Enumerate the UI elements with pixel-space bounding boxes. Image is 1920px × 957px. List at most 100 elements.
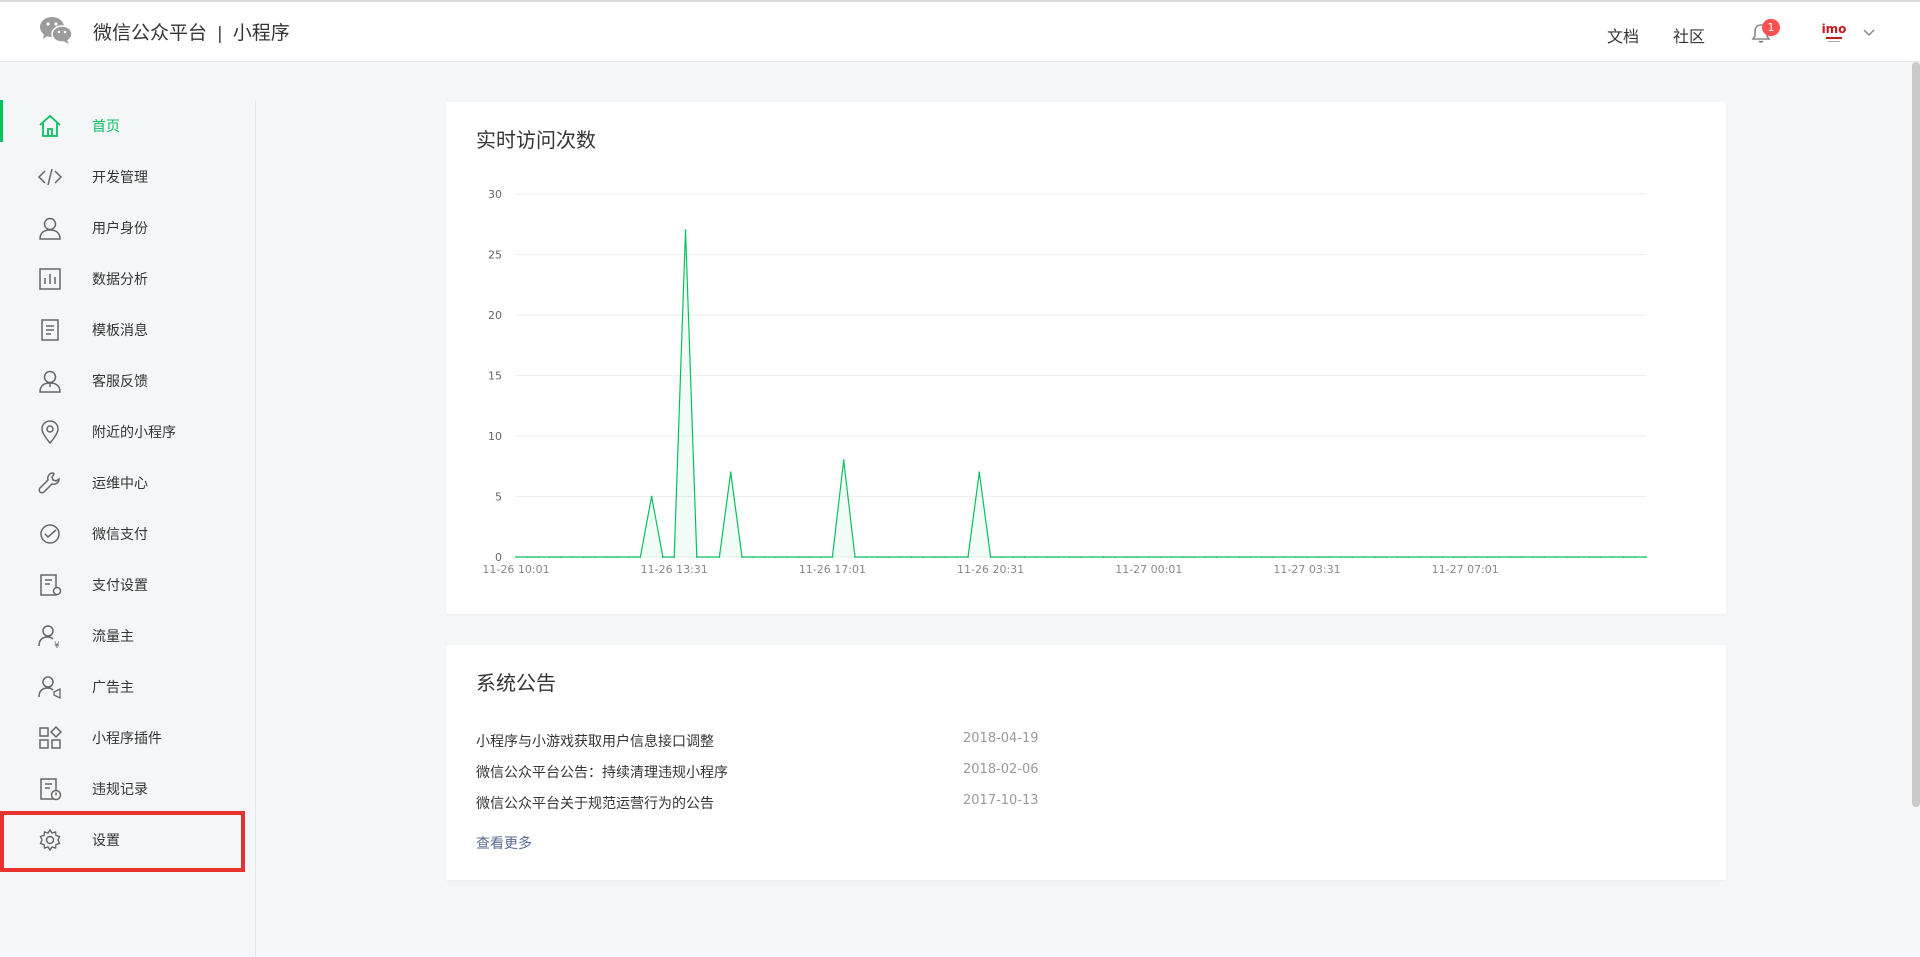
wechat-logo-icon[interactable] xyxy=(38,14,74,46)
data-point xyxy=(1566,556,1568,558)
sidebar-item-plugins[interactable]: 小程序插件 xyxy=(0,712,256,763)
sidebar-item-customer-feedback[interactable]: 客服反馈 xyxy=(0,355,256,406)
data-point xyxy=(1543,556,1546,558)
x-tick-label: 11-26 10:01 xyxy=(482,563,549,576)
data-point xyxy=(616,556,619,558)
brand-separator: | xyxy=(217,24,223,44)
data-point xyxy=(1373,556,1376,558)
payment-icon xyxy=(40,523,60,544)
data-point xyxy=(978,471,981,474)
data-point xyxy=(1227,556,1229,558)
sidebar-item-label: 流量主 xyxy=(92,628,134,645)
user-icon xyxy=(39,217,61,240)
data-point xyxy=(1091,556,1094,558)
data-point xyxy=(1170,556,1173,558)
data-point xyxy=(1599,556,1602,558)
data-point xyxy=(854,556,856,558)
data-point xyxy=(1012,556,1015,558)
sidebar-item-label: 首页 xyxy=(92,118,120,135)
data-point xyxy=(888,556,890,558)
data-point xyxy=(1057,556,1060,558)
notice-title[interactable]: 微信公众平台公告：持续清理违规小程序 xyxy=(476,762,728,782)
data-point xyxy=(944,556,947,558)
sidebar-item-violation-records[interactable]: 违规记录 xyxy=(0,763,256,814)
notice-item[interactable]: 微信公众平台公告：持续清理违规小程序 2018-02-06 xyxy=(476,756,1676,786)
data-point xyxy=(537,556,540,558)
notification-badge: 1 xyxy=(1762,19,1780,36)
x-tick-label: 11-26 20:31 xyxy=(957,563,1024,576)
data-point xyxy=(1645,556,1647,558)
system-notices-card: 系统公告 小程序与小游戏获取用户信息接口调整 2018-04-19 微信公众平台… xyxy=(446,645,1726,880)
data-point xyxy=(1136,556,1139,558)
y-tick-label: 30 xyxy=(488,188,502,201)
document-icon xyxy=(41,318,59,341)
data-point xyxy=(1001,556,1003,558)
data-point xyxy=(1317,556,1320,558)
data-point xyxy=(1611,556,1613,558)
chevron-down-icon[interactable] xyxy=(1862,26,1876,40)
sidebar-item-label: 开发管理 xyxy=(92,169,148,186)
sidebar-item-label: 支付设置 xyxy=(92,577,148,594)
view-more-link[interactable]: 查看更多 xyxy=(476,833,532,853)
data-point xyxy=(1193,556,1195,558)
data-point xyxy=(1283,556,1286,558)
data-point xyxy=(842,459,845,462)
data-point xyxy=(1396,556,1399,558)
wrench-icon xyxy=(38,471,60,493)
data-point xyxy=(662,556,664,558)
code-icon xyxy=(37,168,63,185)
sidebar-item-traffic-owner[interactable]: ¥ 流量主 xyxy=(0,610,256,661)
data-point xyxy=(933,556,935,558)
sidebar-item-template-messages[interactable]: 模板消息 xyxy=(0,304,256,355)
sidebar-item-data-analysis[interactable]: 数据分析 xyxy=(0,253,256,304)
sidebar-item-label: 运维中心 xyxy=(92,475,148,492)
y-tick-label: 20 xyxy=(488,309,502,322)
sidebar-item-dev-management[interactable]: 开发管理 xyxy=(0,151,256,202)
data-point xyxy=(967,556,969,558)
brand-title[interactable]: 微信公众平台 | 小程序 xyxy=(93,18,290,45)
data-point xyxy=(1419,556,1421,558)
data-point xyxy=(1441,556,1444,558)
data-point xyxy=(1181,556,1184,558)
page-scrollbar[interactable] xyxy=(1912,62,1920,807)
data-point xyxy=(1068,556,1071,558)
sidebar-item-nearby-miniprograms[interactable]: 附近的小程序 xyxy=(0,406,256,457)
y-tick-label: 25 xyxy=(488,249,502,262)
data-point xyxy=(1272,556,1274,558)
data-point xyxy=(899,556,902,558)
data-point xyxy=(1159,556,1161,558)
docs-link[interactable]: 文档 xyxy=(1607,23,1639,47)
payment-settings-icon xyxy=(40,573,62,596)
data-point xyxy=(1453,556,1455,558)
realtime-visits-card: 实时访问次数 0 5 10 15 20 25 30 11-26 10:01 11-26 13:3… xyxy=(446,102,1726,614)
data-point xyxy=(1588,556,1591,558)
sidebar-item-label: 用户身份 xyxy=(92,220,148,237)
data-point xyxy=(1238,556,1241,558)
data-point xyxy=(1328,556,1331,558)
sidebar-item-payment-settings[interactable]: 支付设置 xyxy=(0,559,256,610)
location-pin-icon xyxy=(41,419,59,444)
data-point xyxy=(1204,556,1207,558)
sidebar-item-wechat-pay[interactable]: 微信支付 xyxy=(0,508,256,559)
data-point xyxy=(1475,556,1478,558)
sidebar-item-label: 违规记录 xyxy=(92,781,148,798)
notice-title[interactable]: 微信公众平台关于规范运营行为的公告 xyxy=(476,793,714,813)
data-point xyxy=(1294,556,1297,558)
data-point xyxy=(605,556,608,558)
y-tick-label: 10 xyxy=(488,430,502,443)
sidebar-item-user-identity[interactable]: 用户身份 xyxy=(0,202,256,253)
data-point xyxy=(763,556,766,558)
sidebar-item-home[interactable]: 首页 xyxy=(0,100,256,151)
notice-item[interactable]: 微信公众平台关于规范运营行为的公告 2017-10-13 xyxy=(476,787,1676,817)
account-avatar[interactable]: imo xyxy=(1818,21,1850,47)
data-point xyxy=(1306,556,1308,558)
community-link[interactable]: 社区 xyxy=(1673,23,1705,47)
x-tick-label: 11-27 07:01 xyxy=(1432,563,1499,576)
sidebar-item-advertiser[interactable]: 广告主 xyxy=(0,661,256,712)
data-point xyxy=(741,556,743,558)
user-yen-icon: ¥ xyxy=(38,624,60,649)
sidebar-item-ops-center[interactable]: 运维中心 xyxy=(0,457,256,508)
notice-item[interactable]: 小程序与小游戏获取用户信息接口调整 2018-04-19 xyxy=(476,725,1676,755)
plugin-grid-icon xyxy=(39,725,63,749)
notice-title[interactable]: 小程序与小游戏获取用户信息接口调整 xyxy=(476,731,714,751)
